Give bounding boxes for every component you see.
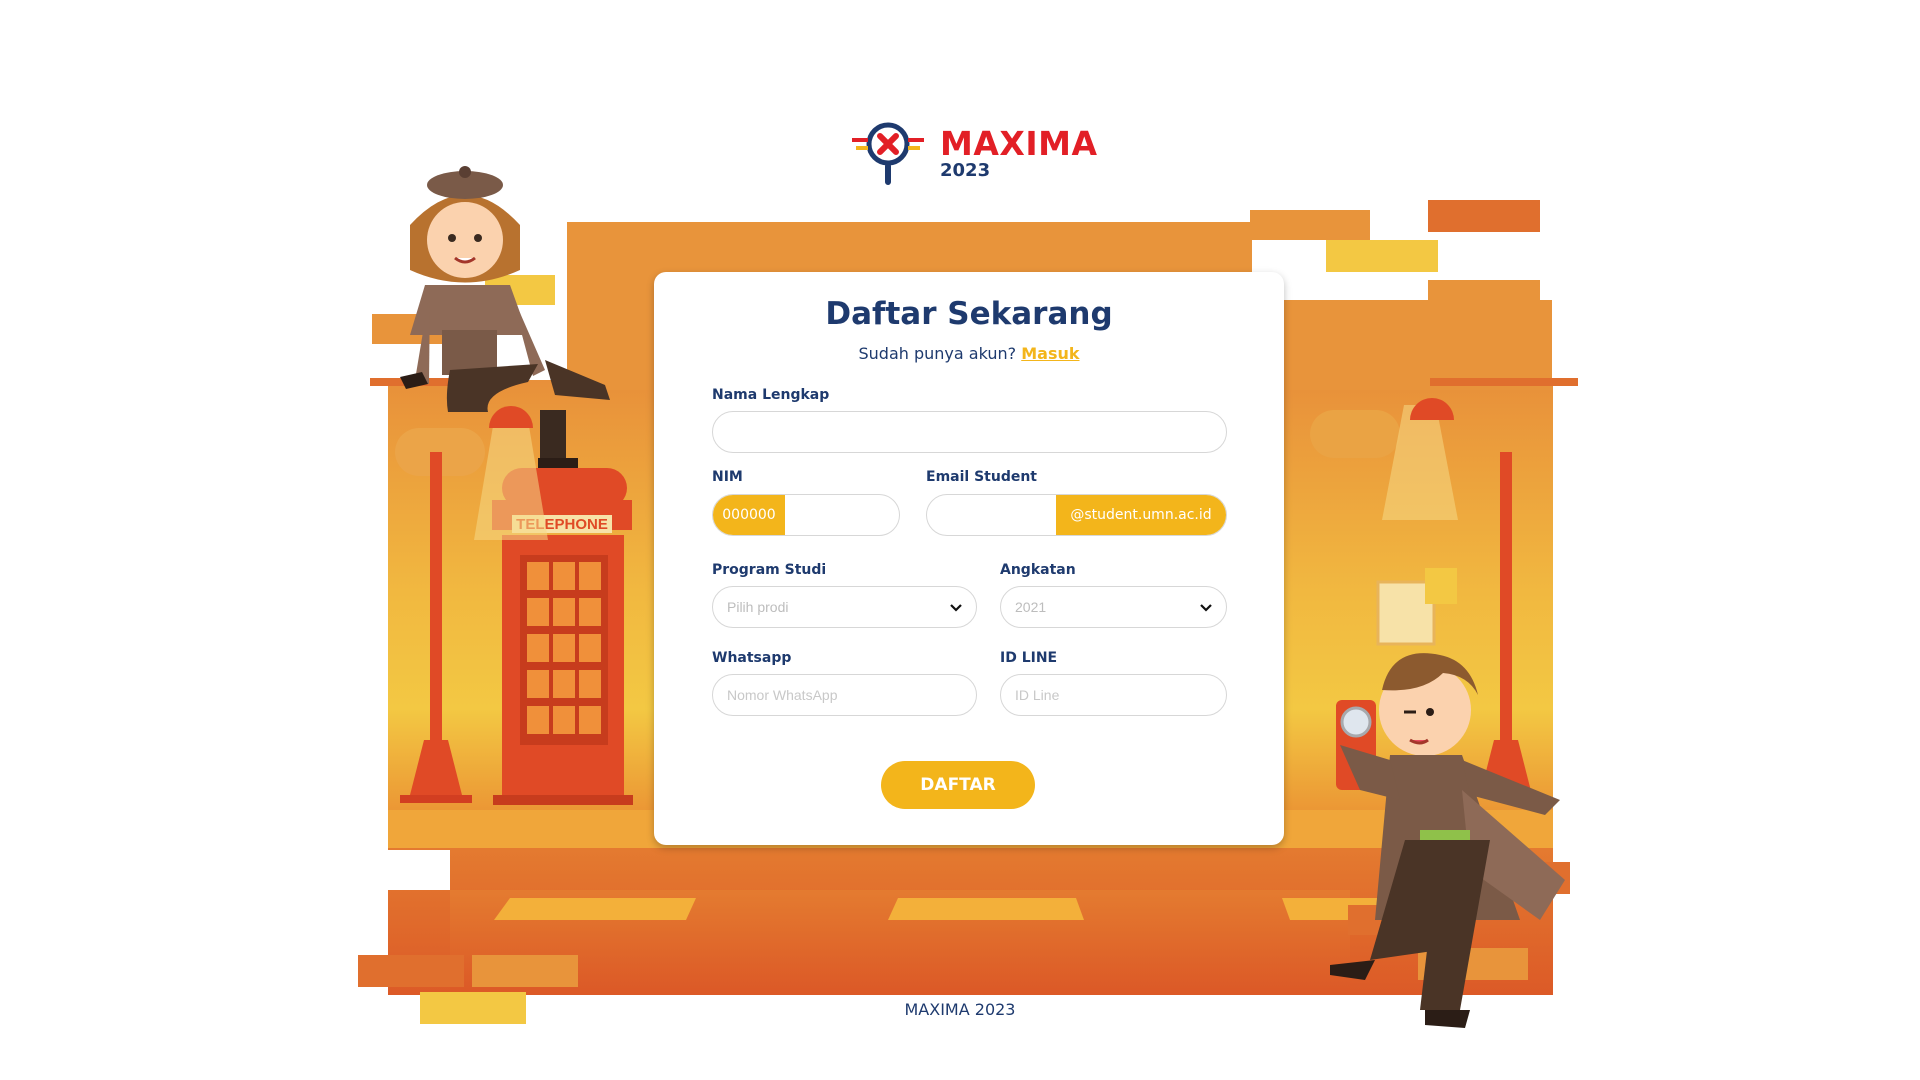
- prodi-select-value: Pilih prodi: [727, 599, 789, 615]
- whatsapp-input[interactable]: [713, 675, 976, 715]
- login-link[interactable]: Masuk: [1021, 344, 1079, 363]
- logo-wordmark: MAXIMA: [940, 124, 1098, 163]
- nama-field[interactable]: [712, 411, 1227, 453]
- maxima-logo: MAXIMA 2023: [852, 118, 1097, 190]
- nama-label: Nama Lengkap: [712, 387, 830, 403]
- form-title: Daftar Sekarang: [825, 296, 1113, 332]
- footer-text: MAXIMA 2023: [904, 1000, 1016, 1019]
- prodi-label: Program Studi: [712, 562, 827, 578]
- line-label: ID LINE: [1000, 650, 1058, 666]
- magnifier-logo-icon: [852, 122, 924, 185]
- chevron-down-icon: [1200, 604, 1212, 612]
- logo-year: 2023: [940, 160, 991, 181]
- email-label: Email Student: [926, 469, 1037, 485]
- login-prompt: Sudah punya akun? Masuk: [654, 344, 1284, 363]
- angkatan-select-value: 2021: [1015, 599, 1047, 615]
- nama-input[interactable]: [713, 412, 1226, 452]
- daftar-button[interactable]: DAFTAR: [881, 761, 1035, 809]
- angkatan-label: Angkatan: [1000, 562, 1076, 578]
- registration-card: Daftar Sekarang Sudah punya akun? Masuk …: [654, 272, 1284, 845]
- nim-field[interactable]: 000000: [712, 494, 900, 536]
- line-field[interactable]: [1000, 674, 1227, 716]
- login-prompt-text: Sudah punya akun?: [858, 344, 1017, 363]
- angkatan-select[interactable]: 2021: [1000, 586, 1227, 628]
- chevron-down-icon: [950, 604, 962, 612]
- nim-prefix: 000000: [713, 495, 785, 535]
- whatsapp-label: Whatsapp: [712, 650, 792, 666]
- nim-label: NIM: [712, 469, 743, 485]
- email-field[interactable]: @student.umn.ac.id: [926, 494, 1227, 536]
- whatsapp-field[interactable]: [712, 674, 977, 716]
- email-domain-suffix: @student.umn.ac.id: [1056, 495, 1226, 535]
- line-input[interactable]: [1001, 675, 1226, 715]
- prodi-select[interactable]: Pilih prodi: [712, 586, 977, 628]
